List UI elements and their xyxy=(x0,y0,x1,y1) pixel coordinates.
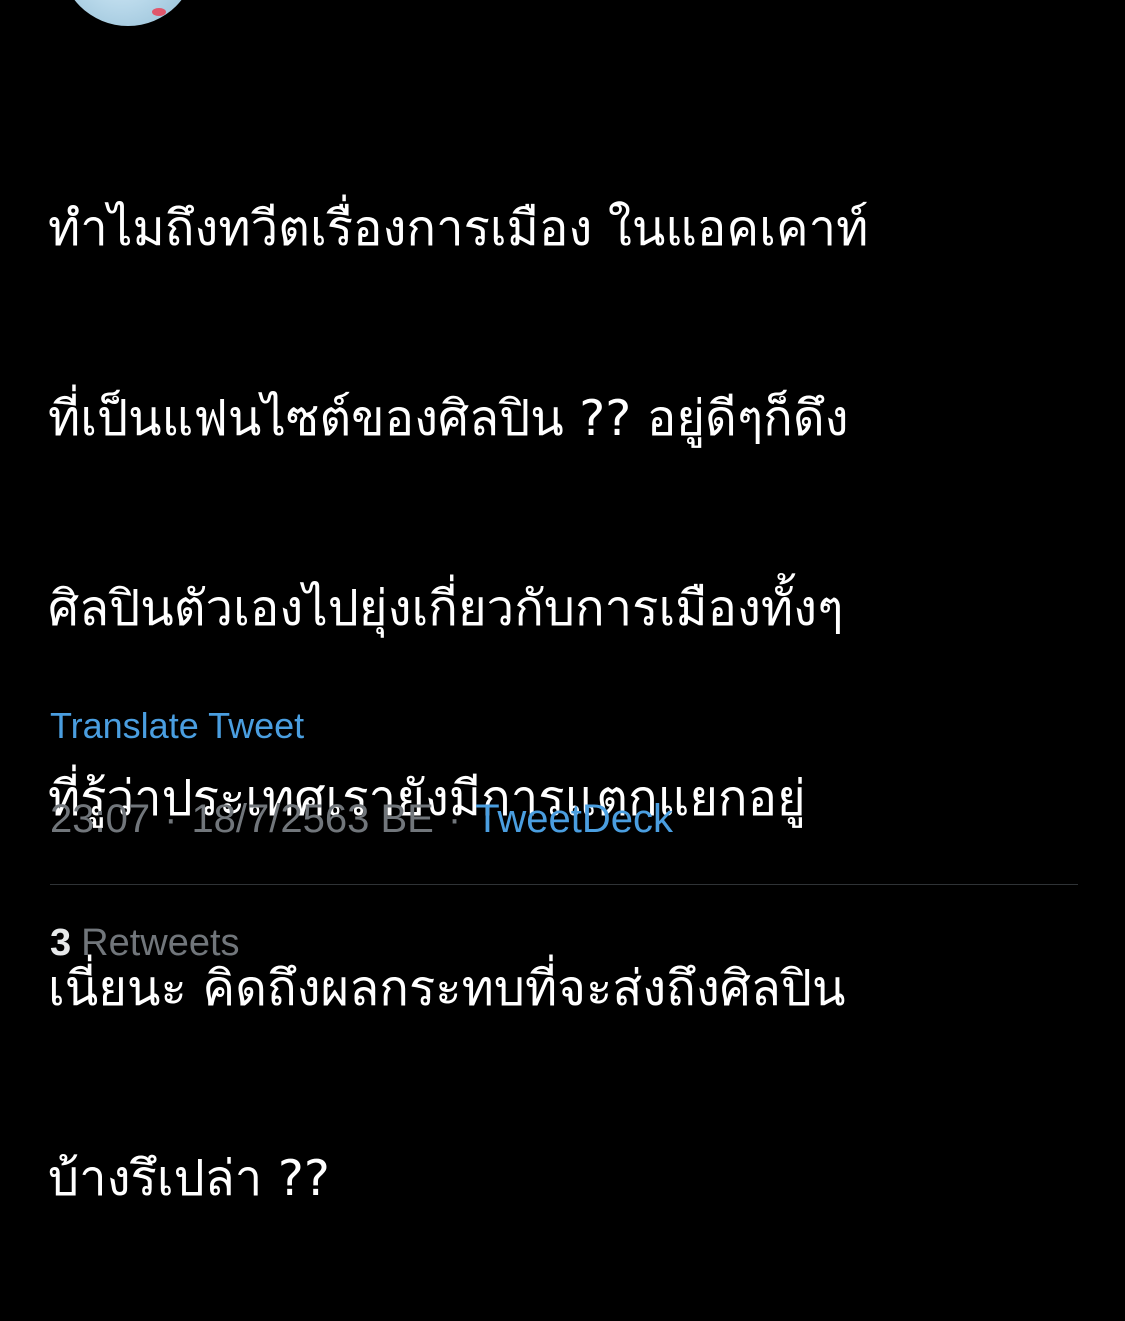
avatar[interactable] xyxy=(60,0,196,26)
retweets-stat[interactable]: 3 Retweets xyxy=(50,922,240,965)
avatar-detail xyxy=(152,8,166,16)
retweet-label: Retweets xyxy=(81,922,240,964)
tweet-text-line: ทำไมถึงทวีตเรื่องการเมือง ในแอคเคาท์ xyxy=(48,200,869,257)
tweet-text: ทำไมถึงทวีตเรื่องการเมือง ในแอคเคาท์ ที่… xyxy=(48,86,1098,1321)
tweet-date: 18/7/2563 BE xyxy=(191,797,434,841)
meta-separator: · xyxy=(164,797,178,841)
tweet-time: 23:07 xyxy=(50,797,151,841)
tweet-source-link[interactable]: TweetDeck xyxy=(475,797,673,841)
retweet-count: 3 xyxy=(50,922,72,964)
divider xyxy=(50,884,1078,885)
tweet-text-line: ศิลปินตัวเองไปยุ่งเกี่ยวกับการเมืองทั้งๆ xyxy=(48,580,844,637)
tweet-text-line: บ้างรึเปล่า ?? xyxy=(48,1150,330,1207)
meta-separator: · xyxy=(447,797,462,841)
tweet-meta: 23:07 · 18/7/2563 BE · TweetDeck xyxy=(50,797,673,842)
tweet-text-line: ที่เป็นแฟนไซต์ของศิลปิน ?? อยู่ดีๆก็ดึง xyxy=(48,390,849,447)
translate-tweet-link[interactable]: Translate Tweet xyxy=(50,705,304,747)
